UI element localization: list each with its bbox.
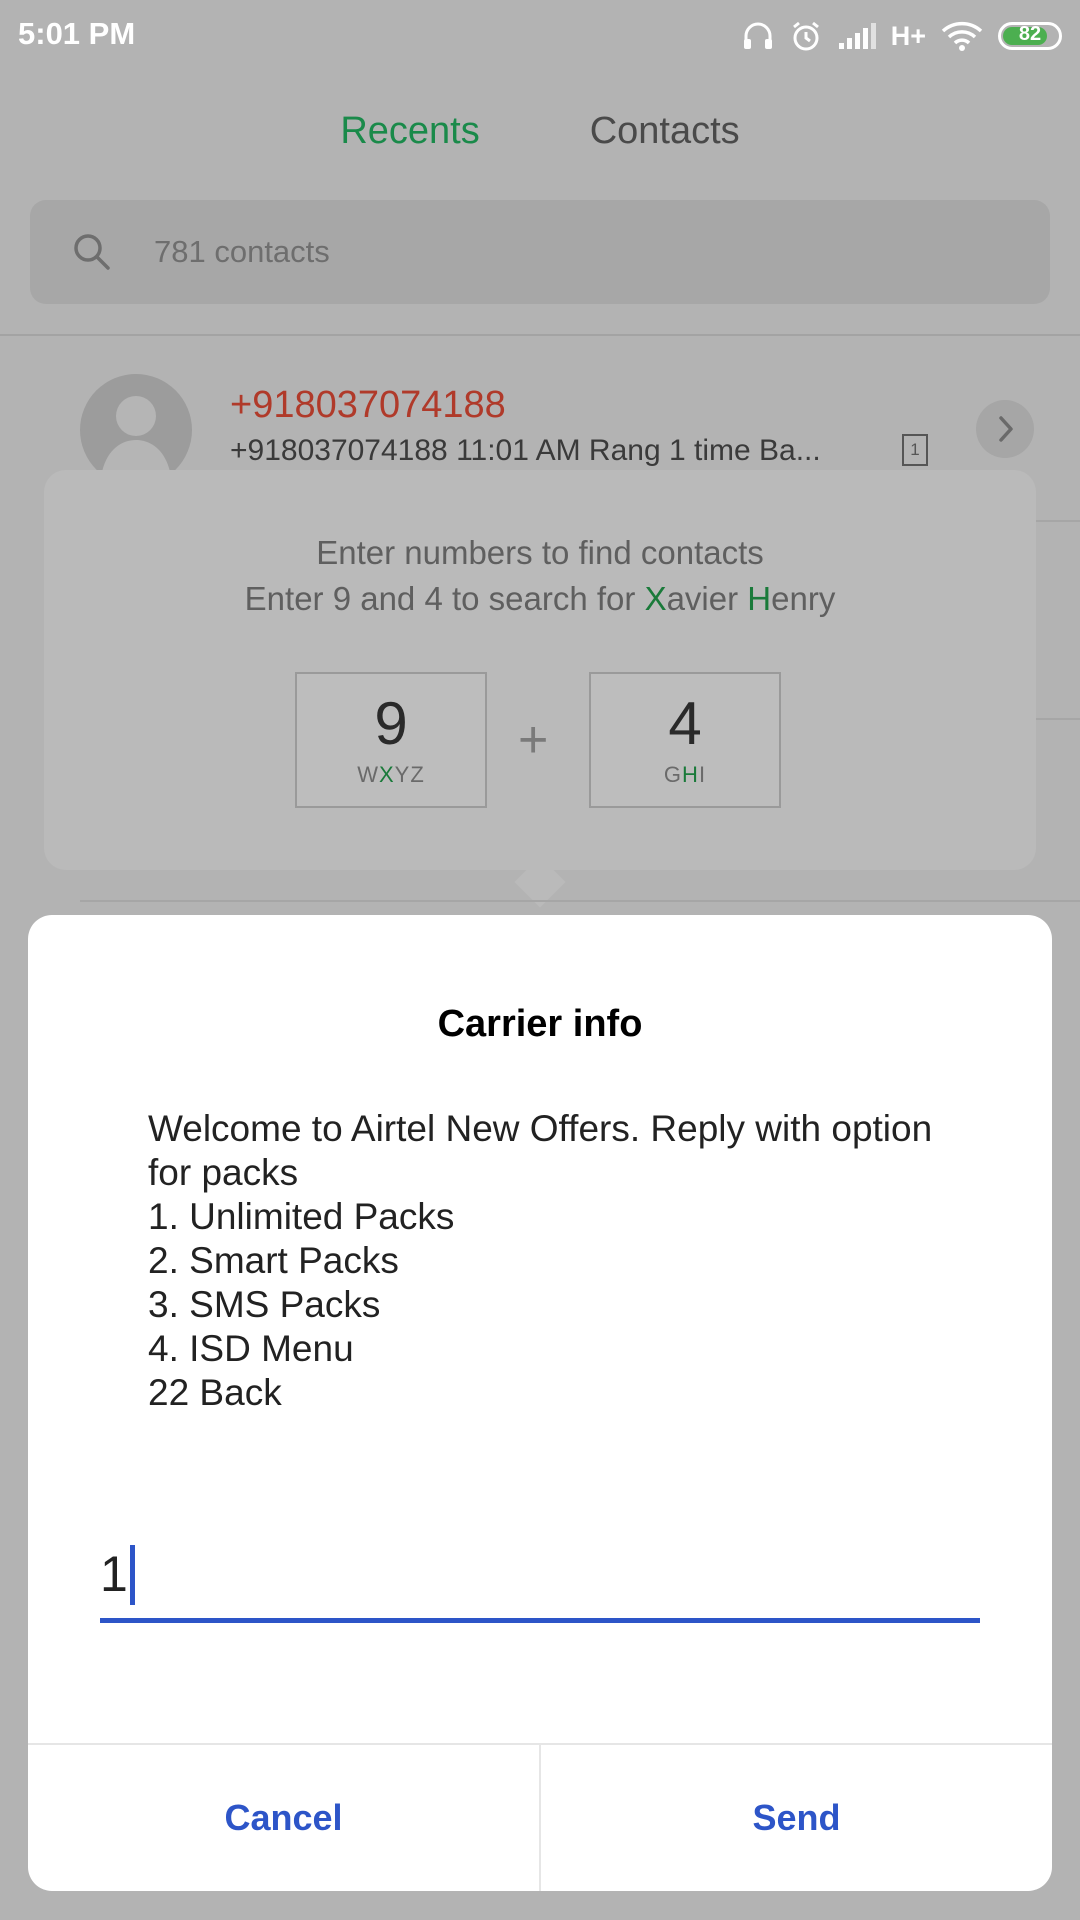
hint-text: enry bbox=[771, 580, 836, 617]
text-caret bbox=[130, 1545, 135, 1605]
send-button[interactable]: Send bbox=[541, 1745, 1052, 1891]
tab-bar: Recents Contacts bbox=[0, 100, 1080, 180]
call-entry-name[interactable]: +918037074188 bbox=[230, 384, 506, 427]
hint-highlight: H bbox=[747, 580, 772, 617]
carrier-info-dialog: Carrier info Welcome to Airtel New Offer… bbox=[28, 915, 1052, 1891]
dialpad-hint-popup bbox=[44, 470, 1036, 870]
tab-contacts[interactable]: Contacts bbox=[590, 100, 740, 180]
hint-text: avier bbox=[666, 580, 748, 617]
sim-icon: 1 bbox=[902, 434, 928, 466]
network-type-label: H+ bbox=[890, 20, 926, 51]
search-icon bbox=[70, 230, 114, 279]
signal-icon bbox=[837, 21, 877, 51]
call-details-button[interactable] bbox=[976, 400, 1034, 458]
key-digit: 9 bbox=[374, 690, 408, 757]
status-icons: H+ 82 bbox=[741, 16, 1062, 56]
divider bbox=[0, 334, 1080, 336]
search-input[interactable]: 781 contacts bbox=[154, 234, 330, 270]
chevron-right-icon bbox=[999, 416, 1013, 442]
wifi-icon bbox=[940, 20, 984, 52]
hint-key-4: 4 GHI bbox=[589, 672, 781, 808]
plus-sign: + bbox=[518, 711, 549, 769]
key-letters: GHI bbox=[663, 762, 707, 787]
hint-text: Enter 9 and 4 to search for bbox=[244, 580, 645, 617]
search-bar[interactable]: 781 contacts bbox=[30, 200, 1050, 304]
reply-input[interactable]: 1 bbox=[100, 1535, 980, 1623]
hint-highlight: X bbox=[644, 580, 667, 617]
list-divider bbox=[80, 900, 1080, 902]
dialog-message: Welcome to Airtel New Offers. Reply with… bbox=[148, 1108, 933, 1413]
call-entry-details: +918037074188 11:01 AM Rang 1 time Ba... bbox=[230, 434, 821, 467]
status-bar: 5:01 PM H+ 82 bbox=[0, 0, 1080, 72]
dialog-title: Carrier info bbox=[437, 1003, 643, 1045]
battery-percent: 82 bbox=[1018, 23, 1042, 45]
key-letters: WXYZ bbox=[357, 762, 425, 787]
tab-recents[interactable]: Recents bbox=[340, 100, 479, 180]
cancel-button[interactable]: Cancel bbox=[28, 1745, 539, 1891]
battery-icon: 82 bbox=[998, 22, 1062, 50]
status-time: 5:01 PM bbox=[18, 16, 136, 51]
reply-input-value[interactable]: 1 bbox=[100, 1545, 128, 1603]
hint-key-9: 9 WXYZ bbox=[295, 672, 487, 808]
alarm-icon bbox=[789, 19, 823, 53]
headset-icon bbox=[741, 19, 775, 53]
hint-line-1: Enter numbers to find contacts bbox=[316, 534, 764, 571]
key-digit: 4 bbox=[668, 690, 702, 757]
hint-line-2: Enter 9 and 4 to search for Xavier Henry bbox=[44, 580, 1036, 618]
